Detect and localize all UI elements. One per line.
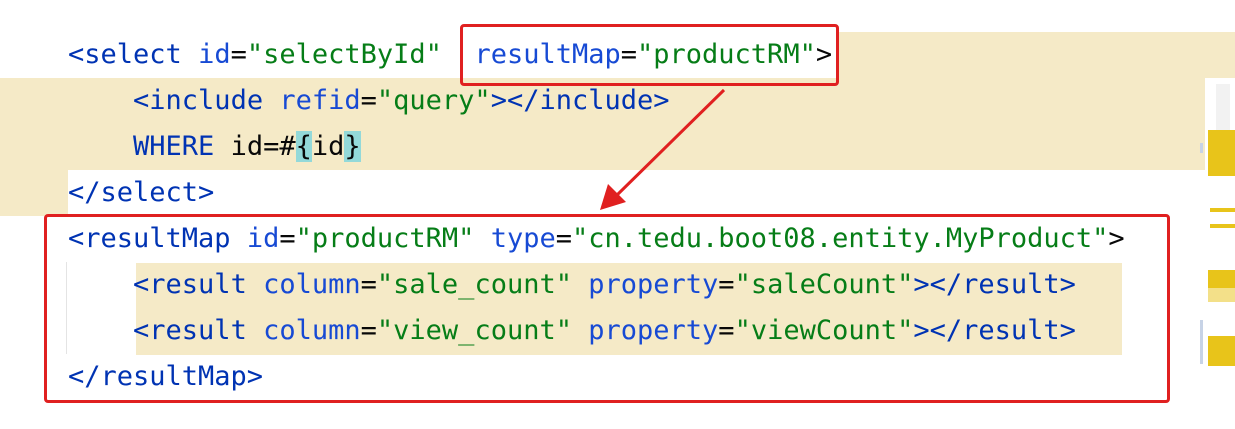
scroll-marker[interactable] (1208, 130, 1235, 176)
scroll-marker[interactable] (1208, 288, 1235, 302)
scroll-marker[interactable] (1210, 208, 1235, 212)
scroll-tick (1200, 320, 1203, 364)
scroll-marker[interactable] (1208, 270, 1235, 288)
scroll-marker[interactable] (1208, 336, 1235, 366)
arrow-annotation (600, 88, 726, 210)
scroll-tick (1200, 143, 1203, 153)
scroll-marker[interactable] (1210, 224, 1235, 228)
